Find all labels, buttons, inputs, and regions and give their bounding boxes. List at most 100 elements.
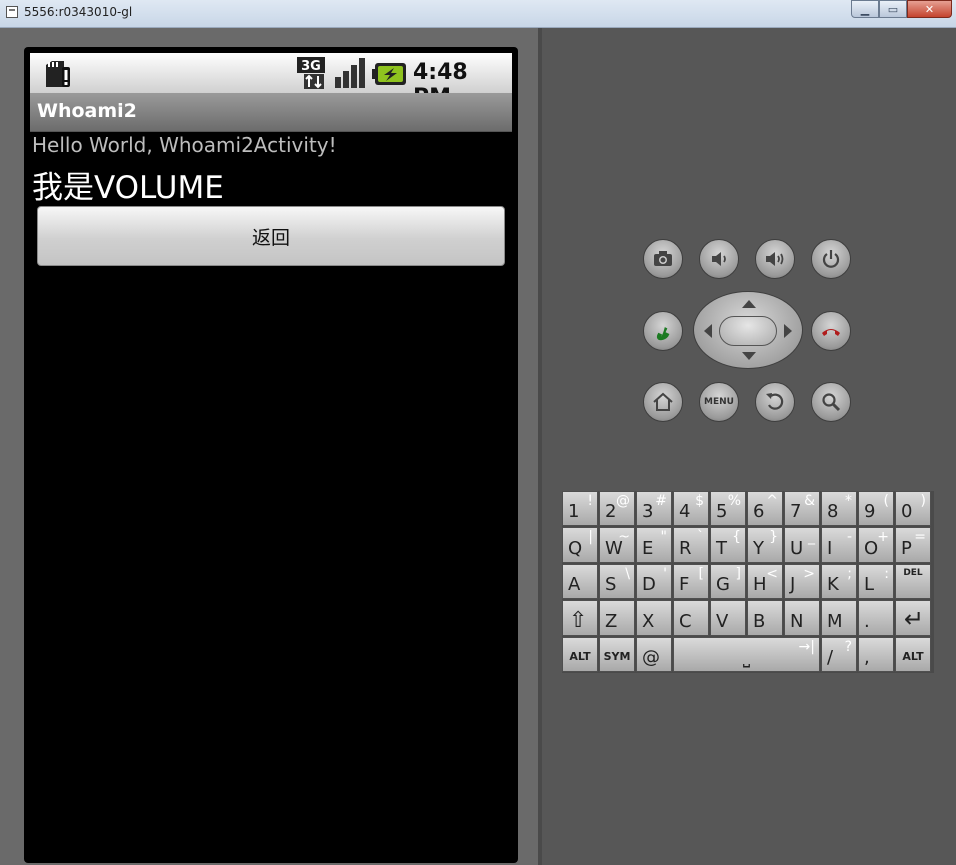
key-1[interactable]: 1! xyxy=(562,491,598,527)
maximize-button[interactable]: ▭ xyxy=(879,0,907,18)
power-button[interactable] xyxy=(811,239,851,279)
call-button[interactable] xyxy=(643,311,683,351)
key-g[interactable]: G] xyxy=(710,563,746,600)
key-space[interactable]: ⎵ →| xyxy=(673,636,820,672)
key-alt-label: | xyxy=(588,529,593,546)
key-r[interactable]: R ` xyxy=(673,527,709,563)
key-enter[interactable]: ↵ xyxy=(895,600,931,636)
home-icon xyxy=(653,392,673,411)
key-b[interactable]: B xyxy=(747,600,783,636)
key-sym[interactable]: SYM xyxy=(599,636,635,672)
key-label: 3 xyxy=(642,501,654,523)
dpad xyxy=(693,291,803,369)
key-y[interactable]: Y} xyxy=(747,527,783,563)
key-o[interactable]: O + xyxy=(858,527,894,563)
key-alt-label: # xyxy=(655,493,667,509)
key-alt-label: ( xyxy=(883,493,889,509)
key-alt[interactable]: ALT xyxy=(895,636,931,672)
end-call-button[interactable] xyxy=(811,311,851,351)
key-label: 5 xyxy=(716,501,728,523)
key-shift[interactable]: ⇧ xyxy=(562,600,598,636)
key-alt-label: →| xyxy=(798,638,815,655)
volume-up-button[interactable] xyxy=(755,239,795,279)
key-3[interactable]: 3 # xyxy=(636,491,672,527)
key-p[interactable]: P = xyxy=(895,527,931,563)
key-d[interactable]: D ' xyxy=(636,563,672,600)
key-e[interactable]: E " xyxy=(636,527,672,563)
key-alt-label: + xyxy=(877,529,889,546)
window-titlebar: 5556:r0343010-gl ▁ ▭ ✕ xyxy=(0,0,956,28)
key-8[interactable]: 8 * xyxy=(821,491,857,527)
key-alt-label: } xyxy=(769,529,778,546)
device-screen: 3G 4:48 PM Whoami2 Hello World, Whoami2A… xyxy=(30,53,512,861)
key-sym-4-2[interactable]: @ xyxy=(636,636,672,672)
key-s[interactable]: S \ xyxy=(599,563,635,600)
hardware-keyboard: 1! 2 @3 #4 $5% 6 ^ 7 & 8 * 9(0) Q | W ~ E " R ` T{Y} U _ I - O + P =… xyxy=(562,491,934,673)
back-hw-button[interactable] xyxy=(755,382,795,422)
key-alt-label: ` xyxy=(697,529,704,546)
dpad-down-button[interactable] xyxy=(742,352,756,360)
key-0[interactable]: 0) xyxy=(895,491,931,527)
key-u[interactable]: U _ xyxy=(784,527,820,563)
key-alt-label: ! xyxy=(587,493,593,509)
volume-down-icon xyxy=(712,252,726,266)
dpad-left-button[interactable] xyxy=(704,324,712,338)
volume-up-icon xyxy=(766,252,784,266)
close-button[interactable]: ✕ xyxy=(907,0,952,18)
key-9[interactable]: 9( xyxy=(858,491,894,527)
key-label: E xyxy=(642,537,654,559)
minimize-button[interactable]: ▁ xyxy=(851,0,879,18)
key-sym-4-4[interactable]: /? xyxy=(821,636,857,672)
volume-down-button[interactable] xyxy=(699,239,739,279)
dpad-up-button[interactable] xyxy=(742,300,756,308)
back-button[interactable]: 返回 xyxy=(37,206,505,266)
key-l[interactable]: L: xyxy=(858,563,894,600)
key-sym-4-5[interactable]: , xyxy=(858,636,894,672)
dpad-right-button[interactable] xyxy=(784,324,792,338)
key-label: A xyxy=(568,574,581,596)
key-label: 0 xyxy=(901,501,913,523)
key-label: , xyxy=(864,646,870,668)
key-sym-3-8[interactable]: . xyxy=(858,600,894,636)
key-alt[interactable]: ALT xyxy=(562,636,598,672)
power-icon xyxy=(822,250,840,268)
menu-button[interactable]: MENU xyxy=(699,382,739,422)
key-h[interactable]: H < xyxy=(747,563,783,600)
key-c[interactable]: C xyxy=(673,600,709,636)
window-controls: ▁ ▭ ✕ xyxy=(851,0,952,19)
key-n[interactable]: N xyxy=(784,600,820,636)
key-7[interactable]: 7 & xyxy=(784,491,820,527)
search-button[interactable] xyxy=(811,382,851,422)
key-x[interactable]: X xyxy=(636,600,672,636)
key-t[interactable]: T{ xyxy=(710,527,746,563)
home-button[interactable] xyxy=(643,382,683,422)
key-label: ⇧ xyxy=(569,607,588,633)
key-i[interactable]: I- xyxy=(821,527,857,563)
key-2[interactable]: 2 @ xyxy=(599,491,635,527)
key-v[interactable]: V xyxy=(710,600,746,636)
camera-button[interactable] xyxy=(643,239,683,279)
key-del[interactable]: DEL xyxy=(895,563,931,600)
key-z[interactable]: Z xyxy=(599,600,635,636)
key-alt-label: * xyxy=(845,493,852,509)
battery-charging-icon xyxy=(372,63,406,85)
key-alt-label: \ xyxy=(625,565,630,582)
key-label: G xyxy=(716,574,730,596)
key-f[interactable]: F[ xyxy=(673,563,709,600)
key-m[interactable]: M xyxy=(821,600,857,636)
status-bar: 3G 4:48 PM xyxy=(30,53,512,110)
key-label: J xyxy=(790,574,796,596)
dpad-center-button[interactable] xyxy=(719,316,777,346)
key-alt-label: ^ xyxy=(766,493,778,509)
key-q[interactable]: Q | xyxy=(562,527,598,563)
key-6[interactable]: 6 ^ xyxy=(747,491,783,527)
key-4[interactable]: 4 $ xyxy=(673,491,709,527)
key-k[interactable]: K; xyxy=(821,563,857,600)
key-5[interactable]: 5% xyxy=(710,491,746,527)
emulator-skin-right xyxy=(542,28,956,865)
key-w[interactable]: W ~ xyxy=(599,527,635,563)
key-label: 1 xyxy=(568,501,580,523)
key-j[interactable]: J > xyxy=(784,563,820,600)
key-label: Z xyxy=(605,610,618,632)
key-a[interactable]: A xyxy=(562,563,598,600)
